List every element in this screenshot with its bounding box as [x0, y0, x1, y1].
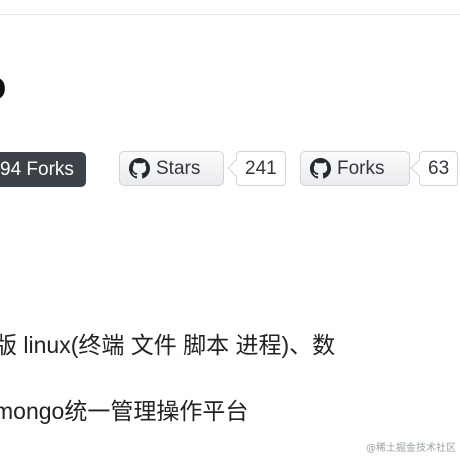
forks-count[interactable]: 63	[419, 151, 459, 186]
page-title-fragment: o	[0, 62, 6, 110]
forks-button[interactable]: Forks	[300, 151, 410, 186]
description-line-1: 版 linux(终端 文件 脚本 进程)、数	[0, 332, 336, 358]
forks-badge[interactable]: 94 Forks	[0, 152, 86, 187]
watermark: @稀土掘金技术社区	[366, 443, 456, 454]
stars-count[interactable]: 241	[236, 151, 286, 186]
github-icon	[129, 158, 150, 179]
stars-button[interactable]: Stars	[119, 151, 224, 186]
description-line-2: mongo统一管理操作平台	[0, 398, 249, 424]
top-divider	[0, 14, 460, 15]
github-icon	[310, 158, 331, 179]
stars-button-label: Stars	[156, 157, 201, 179]
forks-button-label: Forks	[337, 157, 385, 179]
